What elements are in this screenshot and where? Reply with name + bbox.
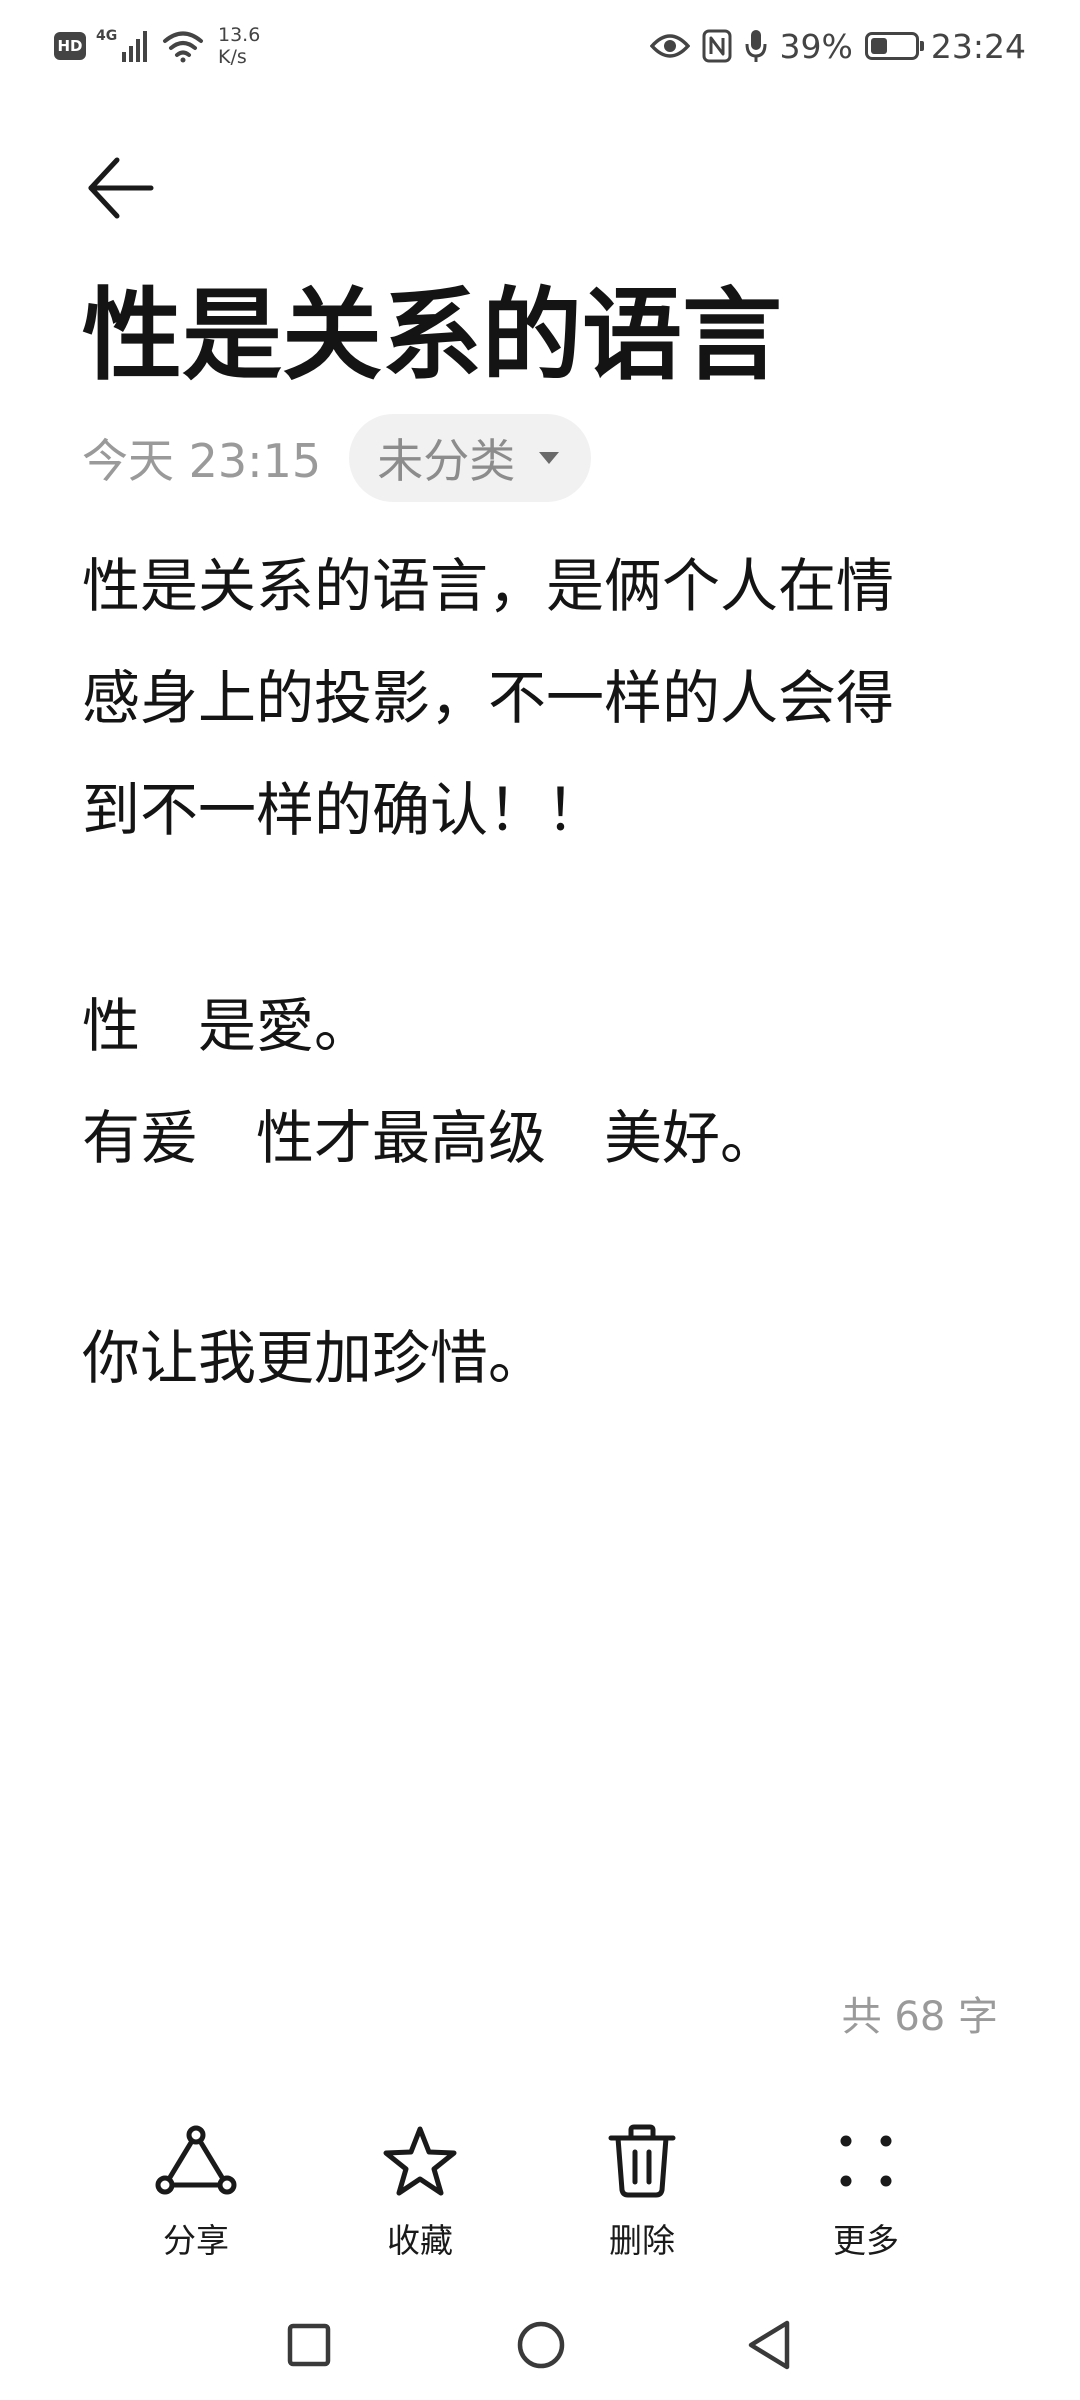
share-icon	[155, 2125, 237, 2195]
speed-value: 13.6	[218, 24, 261, 46]
body-line	[82, 866, 982, 970]
body-line: 性是关系的语言，是俩个人在情	[82, 552, 895, 620]
circle-icon	[517, 2321, 565, 2369]
speed-unit: K/s	[218, 46, 247, 68]
category-label: 未分类	[377, 434, 516, 488]
recents-button[interactable]	[274, 2310, 344, 2380]
nfc-icon	[702, 29, 732, 63]
home-button[interactable]	[506, 2310, 576, 2380]
battery-percent: 39%	[779, 26, 853, 66]
microphone-icon	[745, 30, 767, 62]
network-speed: 13.6 K/s	[218, 24, 260, 68]
body-line: 你让我更加珍惜。	[82, 1324, 547, 1392]
eye-icon	[649, 34, 690, 58]
body-line	[82, 1194, 982, 1302]
wifi-icon	[163, 31, 203, 63]
favorite-button[interactable]: 收藏	[340, 2120, 500, 2270]
category-selector[interactable]: 未分类	[349, 414, 592, 502]
triangle-back-icon	[748, 2320, 790, 2370]
back-nav-button[interactable]	[734, 2310, 804, 2380]
more-label: 更多	[833, 2221, 899, 2260]
note-body[interactable]: 性是关系的语言，是俩个人在情 感身上的投影，不一样的人会得 到不一样的确认！！ …	[82, 530, 982, 1414]
battery-level	[870, 38, 887, 54]
note-title[interactable]: 性是关系的语言	[82, 276, 782, 396]
body-line: 到不一样的确认！！	[82, 776, 605, 844]
back-arrow-icon	[88, 157, 154, 219]
more-button[interactable]: 更多	[786, 2120, 946, 2270]
back-button[interactable]	[80, 148, 160, 228]
delete-button[interactable]: 删除	[562, 2120, 722, 2270]
word-count: 共 68 字	[841, 1994, 998, 2040]
favorite-label: 收藏	[387, 2221, 453, 2260]
more-dots-icon	[840, 2135, 892, 2187]
share-label: 分享	[163, 2221, 229, 2260]
hd-icon: HD	[54, 32, 86, 60]
star-icon	[383, 2126, 457, 2196]
note-meta: 今天 23:15 未分类	[82, 414, 592, 502]
status-bar: HD 4G 13.6 K/s 39% 23:24	[0, 0, 1080, 92]
status-right: 39% 23:24	[649, 18, 1026, 74]
body-line: 感身上的投影，不一样的人会得	[82, 664, 895, 732]
system-nav-bar	[0, 2290, 1080, 2400]
bottom-toolbar: 分享 收藏 删除 更多	[0, 2120, 1080, 2270]
clock: 23:24	[930, 26, 1026, 66]
trash-icon	[608, 2124, 676, 2198]
body-line: 性 是愛。	[82, 992, 373, 1060]
status-left: HD 4G 13.6 K/s	[54, 18, 260, 74]
note-date: 今天 23:15	[82, 434, 322, 488]
share-button[interactable]: 分享	[116, 2120, 276, 2270]
dropdown-triangle-icon	[539, 452, 560, 464]
cellular-signal-icon: 4G	[96, 26, 152, 66]
battery-icon	[864, 32, 924, 60]
square-icon	[287, 2323, 331, 2367]
delete-label: 删除	[609, 2221, 675, 2260]
body-line: 有爰 性才最高级 美好。	[82, 1104, 779, 1172]
